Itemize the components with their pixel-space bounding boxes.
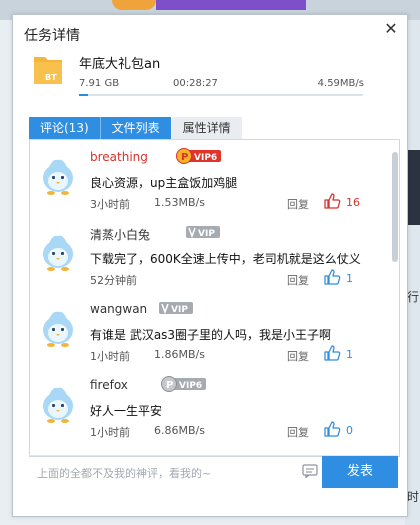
like-count: 0 (346, 424, 353, 437)
comment-text: 有谁是 武汉as3圈子里的人吗，我是小王子啊 (90, 328, 332, 342)
elapsed-time: 00:28:27 (173, 78, 218, 89)
tab-comments[interactable]: 评论(13) (29, 117, 100, 139)
panel-title: 任务详情 (24, 28, 80, 44)
like-icon[interactable] (323, 344, 341, 362)
scrollbar[interactable] (392, 152, 398, 262)
comment-time: 3小时前 (90, 198, 130, 211)
vip-badge-label: VIP6 (179, 381, 202, 391)
vip-badge: VIP (159, 302, 193, 315)
vip-badge-label: VIP (171, 305, 188, 315)
emoji-icon[interactable] (302, 464, 318, 478)
like-count: 1 (346, 272, 353, 285)
reply-link[interactable]: 回复 (287, 424, 309, 440)
comment-item: breathing P VIP6 良心资源，up主盒饭加鸡腿 3小时前 1.53… (30, 146, 390, 222)
tab-file-list[interactable]: 文件列表 (99, 117, 171, 139)
like-count: 1 (346, 348, 353, 361)
comment-username[interactable]: breathing (90, 150, 148, 164)
like-icon[interactable] (323, 268, 341, 286)
like-count: 16 (346, 196, 360, 209)
progress-bar (79, 94, 363, 96)
download-speed: 4.59MB/s (317, 78, 364, 89)
comment-text: 下载完了，600K全速上传中，老司机就是这么仗义 (90, 252, 361, 266)
vip-badge: P VIP6 (176, 148, 221, 164)
file-icon-label: BT (45, 73, 57, 82)
file-size: 7.91 GB (79, 78, 120, 89)
avatar[interactable] (38, 232, 78, 272)
comment-username[interactable]: wangwan (90, 302, 147, 316)
background-app-badge (112, 0, 156, 10)
vip-badge: P VIP6 (161, 376, 206, 392)
reply-link[interactable]: 回复 (287, 196, 309, 212)
comment-composer: 发表 (29, 455, 398, 488)
background-app-banner (156, 0, 306, 10)
tab-bar: 评论(13) 文件列表 属性详情 (29, 117, 242, 139)
comment-item: 清蒸小白兔 VIP 下载完了，600K全速上传中，老司机就是这么仗义 52分钟前… (30, 222, 390, 298)
like-icon[interactable] (323, 192, 341, 210)
svg-text:P: P (181, 152, 188, 163)
comment-item: wangwan VIP 有谁是 武汉as3圈子里的人吗，我是小王子啊 1小时前 … (30, 298, 390, 374)
svg-text:P: P (166, 380, 173, 391)
comment-item: firefox P VIP6 好人一生平安 1小时前 6.86MB/s 回复 0 (30, 374, 390, 450)
comment-username[interactable]: 清蒸小白兔 (90, 226, 150, 243)
avatar[interactable] (38, 156, 78, 196)
avatar[interactable] (38, 384, 78, 424)
comment-text: 良心资源，up主盒饭加鸡腿 (90, 176, 238, 190)
avatar[interactable] (38, 308, 78, 348)
comment-time: 1小时前 (90, 350, 130, 363)
background-text: 行 (407, 290, 420, 304)
background-text: 时 (407, 490, 420, 504)
task-detail-panel: 任务详情 ✕ BT 年底大礼包an 7.91 GB 00:28:27 4.59M… (12, 14, 408, 517)
close-button[interactable]: ✕ (381, 19, 401, 39)
vip-badge: VIP (186, 226, 220, 239)
file-name: 年底大礼包an (79, 57, 161, 72)
comment-text: 好人一生平安 (90, 404, 163, 418)
vip-badge-label: VIP (198, 229, 215, 239)
progress-fill (79, 94, 88, 96)
like-icon[interactable] (323, 420, 341, 438)
send-button[interactable]: 发表 (322, 456, 398, 488)
comment-speed: 1.53MB/s (154, 196, 205, 209)
comment-username[interactable]: firefox (90, 378, 128, 392)
comment-time: 1小时前 (90, 426, 130, 439)
comment-list: breathing P VIP6 良心资源，up主盒饭加鸡腿 3小时前 1.53… (29, 139, 400, 457)
bt-file-icon: BT (34, 57, 62, 84)
vip-badge-label: VIP6 (194, 153, 217, 163)
comment-speed: 1.86MB/s (154, 348, 205, 361)
tab-properties[interactable]: 属性详情 (171, 117, 242, 139)
comment-input[interactable] (35, 462, 299, 484)
comment-time: 52分钟前 (90, 274, 137, 287)
comment-speed: 6.86MB/s (154, 424, 205, 437)
close-icon: ✕ (384, 19, 398, 38)
reply-link[interactable]: 回复 (287, 272, 309, 288)
reply-link[interactable]: 回复 (287, 348, 309, 364)
